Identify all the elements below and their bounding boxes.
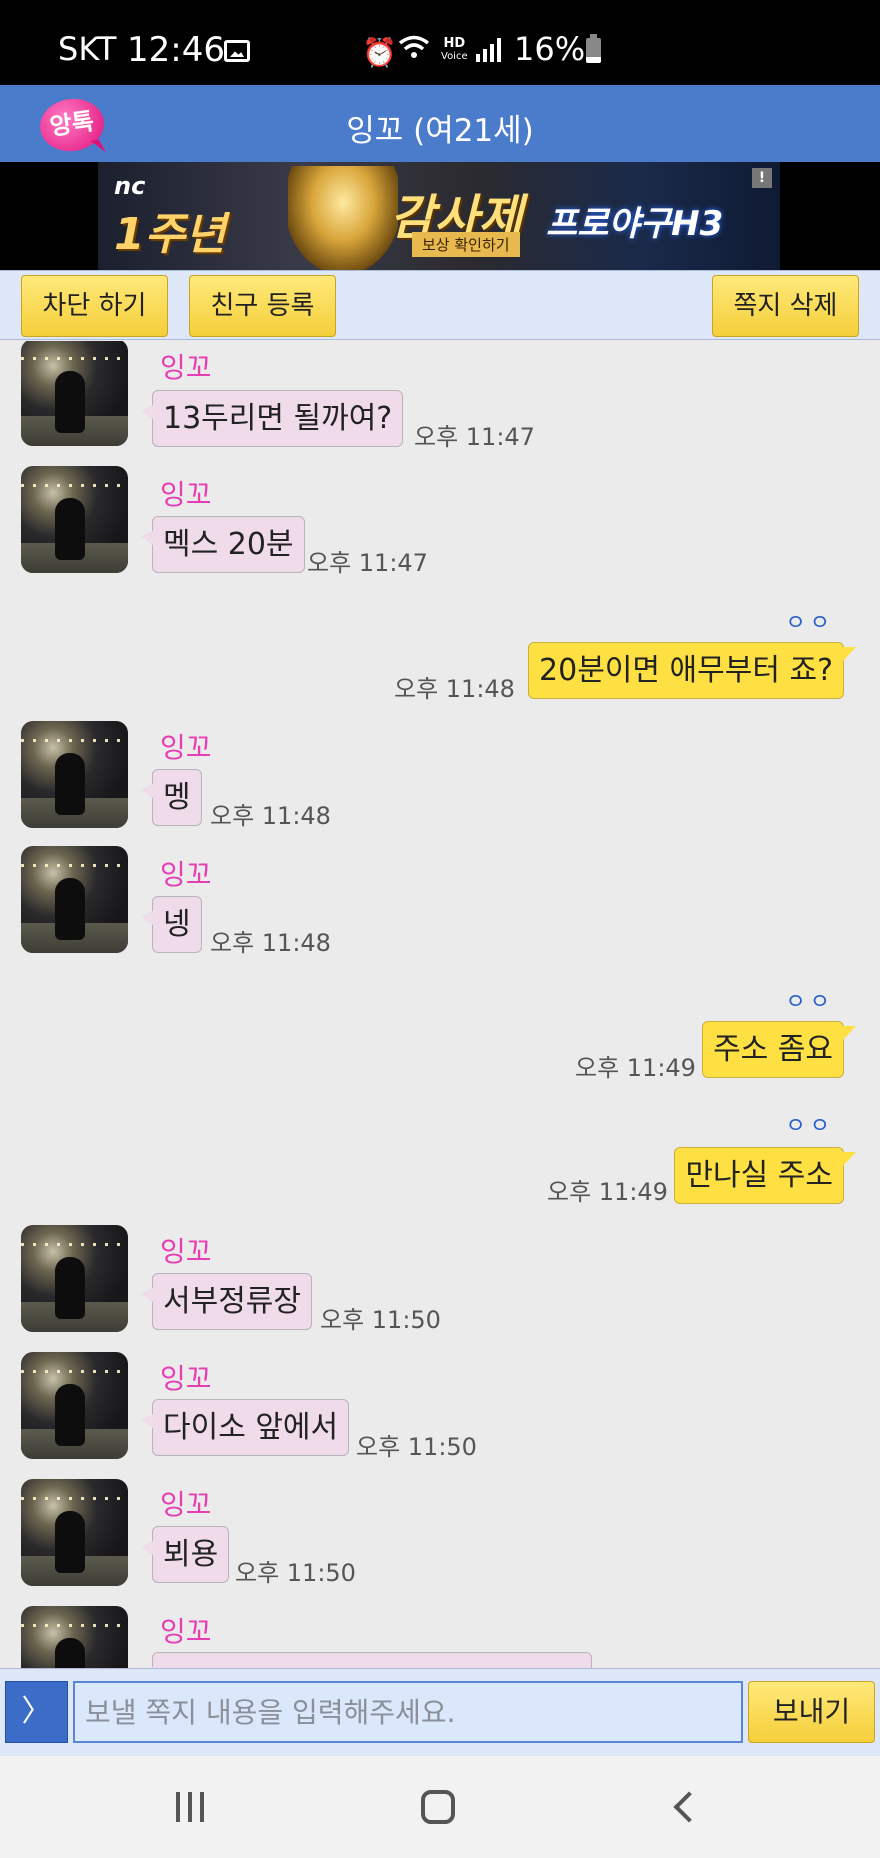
avatar[interactable] <box>21 721 128 828</box>
chat-toolbar: 차단 하기 친구 등록 쪽지 삭제 <box>0 270 880 340</box>
expand-button[interactable]: 〉 <box>5 1681 68 1743</box>
read-indicator: ㅇㅇ <box>785 611 834 636</box>
sender-name: 잉꼬 <box>160 351 212 384</box>
ad-brand: nc <box>114 172 146 200</box>
message-bubble[interactable]: 멕스 20분 <box>152 516 305 573</box>
sender-name: 잉꼬 <box>160 858 212 891</box>
message-time: 오후 11:47 <box>414 423 535 451</box>
message-input[interactable] <box>73 1681 743 1743</box>
avatar[interactable] <box>21 1479 128 1586</box>
ad-banner[interactable]: nc 1주년 감사제 보상 확인하기 프로야구H3 ! <box>98 162 780 270</box>
message-bubble[interactable]: 뵈용 <box>152 1526 230 1583</box>
message-bubble[interactable]: 멩 <box>152 769 202 826</box>
message-time: 오후 11:50 <box>235 1559 356 1587</box>
system-nav-bar <box>0 1756 880 1858</box>
signal-icon <box>476 38 502 62</box>
clock: 12:46 <box>127 30 225 70</box>
ad-game-title: 프로야구H3 <box>546 204 724 244</box>
message-time: 오후 11:49 <box>547 1178 668 1206</box>
message-bubble[interactable]: 넹 <box>152 896 202 953</box>
avatar[interactable] <box>21 341 128 446</box>
message-time: 오후 11:47 <box>307 549 428 577</box>
message-bubble[interactable]: 20분이면 애무부터 죠? <box>528 642 844 699</box>
message-time: 오후 11:50 <box>356 1433 477 1461</box>
send-button[interactable]: 보내기 <box>748 1681 875 1743</box>
image-icon <box>224 40 250 62</box>
hd-voice-icon: HD Voice <box>441 36 468 62</box>
avatar[interactable] <box>21 1352 128 1459</box>
chat-messages[interactable]: 잉꼬 13두리면 될까여? 오후 11:47 잉꼬 멕스 20분 오후 11:4… <box>0 341 880 1668</box>
home-icon[interactable] <box>421 1790 455 1824</box>
trophy-image <box>288 166 398 270</box>
sender-name: 잉꼬 <box>160 1235 212 1268</box>
message-bubble[interactable]: 만나실 주소 <box>674 1147 844 1204</box>
add-friend-button[interactable]: 친구 등록 <box>189 275 336 337</box>
block-button[interactable]: 차단 하기 <box>21 275 168 337</box>
avatar[interactable] <box>21 466 128 573</box>
ad-sub: 보상 확인하기 <box>412 232 520 257</box>
chat-title: 잉꼬 (여21세) <box>346 113 534 149</box>
read-indicator: ㅇㅇ <box>785 990 834 1015</box>
message-time: 오후 11:49 <box>575 1054 696 1082</box>
recents-icon[interactable] <box>176 1792 208 1822</box>
message-bubble[interactable]: 서부정류장 <box>152 1273 312 1330</box>
carrier-label: SKT <box>58 30 117 68</box>
sender-name: 잉꼬 <box>160 1488 212 1521</box>
sender-name: 잉꼬 <box>160 731 212 764</box>
message-bubble[interactable]: 13두리면 될까여? <box>152 390 404 447</box>
message-bubble[interactable]: 다이소 앞에서 <box>152 1399 350 1456</box>
wifi-icon <box>398 34 430 70</box>
ad-banner-area: nc 1주년 감사제 보상 확인하기 프로야구H3 ! <box>0 162 880 270</box>
message-time: 오후 11:50 <box>320 1306 441 1334</box>
avatar[interactable] <box>21 1606 128 1668</box>
ad-info-icon[interactable]: ! <box>752 168 772 188</box>
sender-name: 잉꼬 <box>160 478 212 511</box>
ad-headline: 1주년 <box>114 209 226 260</box>
delete-message-button[interactable]: 쪽지 삭제 <box>712 275 859 337</box>
app-header: 앙톡 잉꼬 (여21세) <box>0 85 880 162</box>
back-icon[interactable] <box>674 1792 696 1822</box>
status-bar: SKT 12:46 ⏰ HD Voice 16% <box>0 0 880 85</box>
battery-icon <box>586 34 601 63</box>
message-bubble[interactable] <box>152 1652 592 1668</box>
alarm-icon: ⏰ <box>362 36 397 69</box>
battery-percent: 16% <box>514 30 586 68</box>
sender-name: 잉꼬 <box>160 1362 212 1395</box>
message-time: 오후 11:48 <box>394 675 515 703</box>
avatar[interactable] <box>21 1225 128 1332</box>
message-bubble[interactable]: 주소 좀요 <box>702 1021 844 1078</box>
read-indicator: ㅇㅇ <box>785 1114 834 1139</box>
message-time: 오후 11:48 <box>210 929 331 957</box>
sender-name: 잉꼬 <box>160 1615 212 1648</box>
avatar[interactable] <box>21 846 128 953</box>
message-time: 오후 11:48 <box>210 802 331 830</box>
message-composer: 〉 보내기 <box>0 1668 880 1756</box>
